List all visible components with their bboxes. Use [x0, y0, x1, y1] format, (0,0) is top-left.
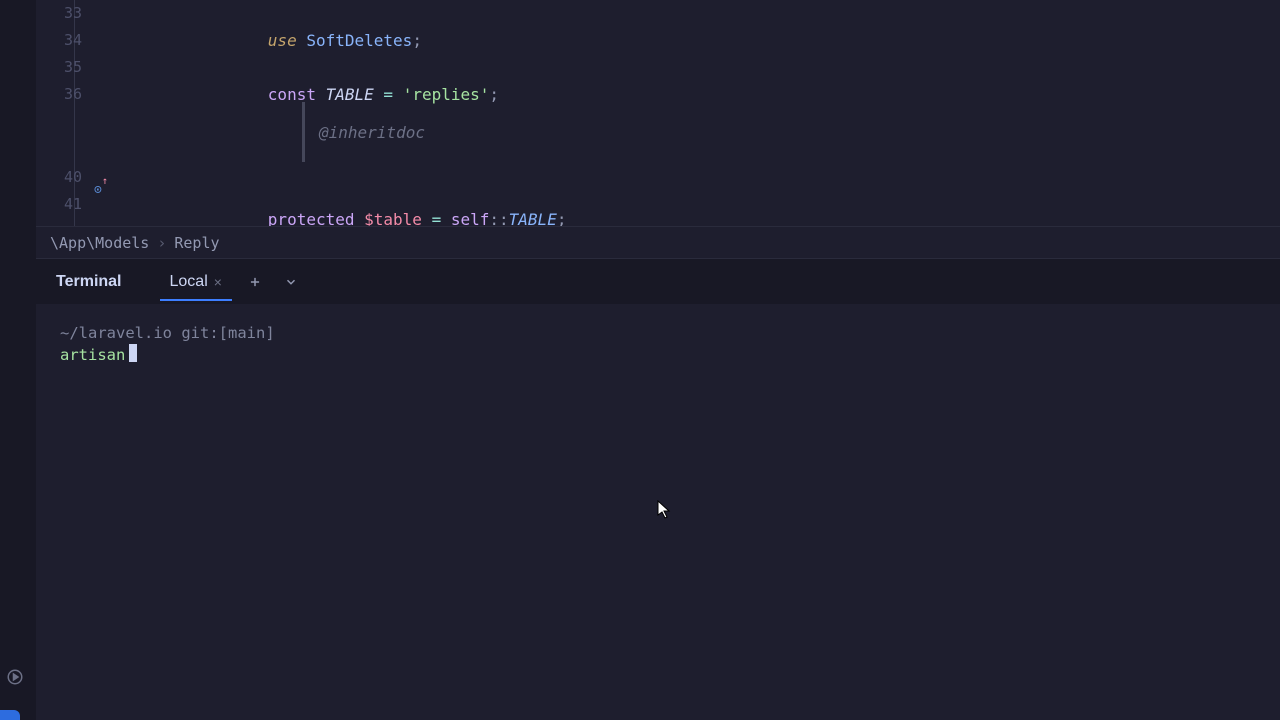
- line-number: 35: [36, 54, 82, 81]
- code-content: use SoftDeletes; const TABLE = 'replies'…: [132, 0, 1280, 108]
- docblock: @inheritdoc: [302, 102, 425, 162]
- terminal-cursor: [129, 344, 137, 362]
- status-corner: [0, 710, 20, 720]
- terminal-tab-local[interactable]: Local ×: [160, 263, 232, 301]
- terminal-branch: [main]: [219, 324, 275, 342]
- close-icon[interactable]: ×: [214, 274, 222, 290]
- line-number: 36: [36, 81, 82, 108]
- line-number: 33: [36, 0, 82, 27]
- terminal-command: artisan: [60, 346, 125, 364]
- doc-tag: @inheritdoc: [319, 119, 425, 146]
- terminal-cwd: ~/laravel.io: [60, 324, 172, 342]
- activity-bar: [0, 0, 36, 720]
- code-editor[interactable]: 33 34 35 36 40 41 ⊙↑ use SoftDeletes; co…: [36, 0, 1280, 226]
- tab-label: Local: [170, 273, 208, 291]
- class-ref: SoftDeletes: [306, 31, 412, 50]
- line-number: [36, 136, 82, 164]
- line-number: 34: [36, 27, 82, 54]
- line-number: [36, 108, 82, 136]
- breadcrumb-namespace[interactable]: \App\Models: [50, 234, 149, 252]
- terminal-tabs: Terminal Local ×: [36, 258, 1280, 304]
- new-terminal-button[interactable]: [242, 273, 268, 291]
- chevron-right-icon: ›: [157, 234, 166, 252]
- run-icon[interactable]: [4, 666, 26, 688]
- breadcrumb[interactable]: \App\Models › Reply: [36, 226, 1280, 258]
- breadcrumb-class[interactable]: Reply: [174, 234, 219, 252]
- semicolon: ;: [412, 31, 422, 50]
- line-number: 40: [36, 164, 82, 191]
- terminal-git-label: git:: [181, 324, 218, 342]
- panel-title[interactable]: Terminal: [52, 263, 126, 301]
- terminal-output[interactable]: ~/laravel.io git:[main] artisan: [36, 304, 1280, 720]
- override-gutter-icon[interactable]: ⊙↑: [94, 180, 108, 197]
- terminal-dropdown-button[interactable]: [278, 273, 304, 291]
- semicolon: ;: [489, 85, 499, 104]
- line-number-gutter: 33 34 35 36 40 41: [36, 0, 92, 226]
- keyword-use: use: [268, 31, 297, 50]
- line-number: 41: [36, 191, 82, 218]
